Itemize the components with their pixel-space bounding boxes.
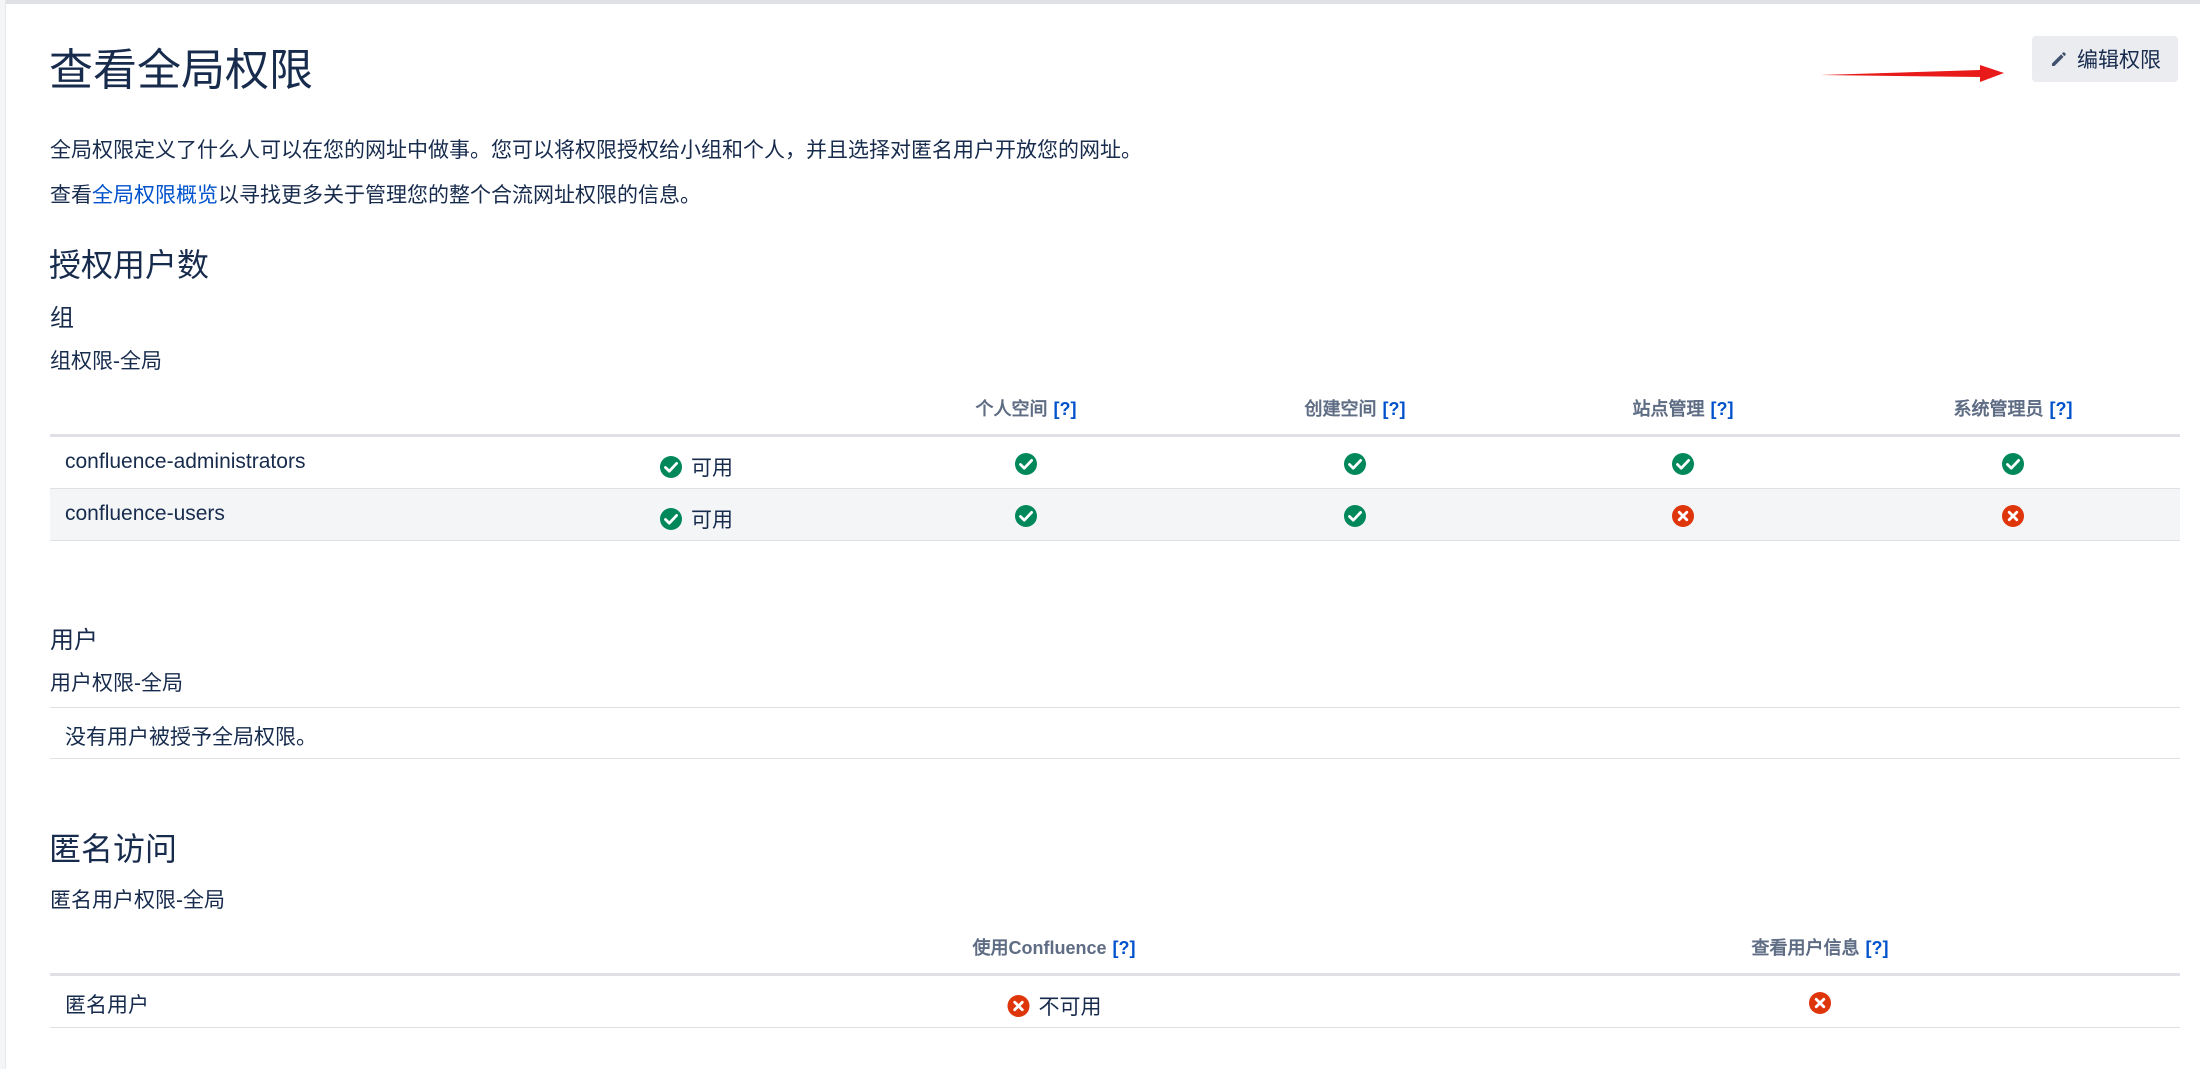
column-label: 使用Confluence xyxy=(972,938,1107,958)
no-users-message: 没有用户被授予全局权限。 xyxy=(65,726,317,749)
page-title: 查看全局权限 xyxy=(49,46,313,95)
check-icon xyxy=(1343,504,1367,528)
help-link[interactable]: [?] xyxy=(1113,938,1136,958)
table-header: 使用Confluence [?] 查看用户信息 [?] xyxy=(50,914,2180,976)
users-caption: 用户权限-全局 xyxy=(50,672,183,695)
groups-caption: 组权限-全局 xyxy=(50,350,162,373)
help-link[interactable]: [?] xyxy=(1711,399,1734,419)
column-label: 创建空间 xyxy=(1304,399,1377,419)
column-view-user-profiles: 查看用户信息 [?] xyxy=(1752,934,1889,960)
cross-icon xyxy=(2001,504,2025,528)
can-use-label: 可用 xyxy=(691,509,733,532)
anonymous-access-heading: 匿名访问 xyxy=(49,831,178,867)
licensed-users-heading: 授权用户数 xyxy=(49,247,210,283)
use-confluence-cell: 不可用 xyxy=(1007,991,1102,1021)
users-heading: 用户 xyxy=(50,627,98,654)
overview-text: 查看全局权限概览以寻找更多关于管理您的整个合流网址权限的信息。 xyxy=(50,179,701,209)
group-name: confluence-administrators xyxy=(65,450,306,473)
perm-cell xyxy=(1014,452,1038,476)
group-permissions-table: 个人空间 [?] 创建空间 [?] 站点管理 [?] 系统管理员 [?] conflue… xyxy=(50,375,2180,541)
column-use-confluence: 使用Confluence [?] xyxy=(973,934,1136,960)
view-profiles-cell xyxy=(1808,991,1832,1015)
user-permissions-table: 没有用户被授予全局权限。 xyxy=(50,707,2180,759)
table-row: 匿名用户 不可用 xyxy=(50,976,2180,1028)
check-icon xyxy=(659,455,683,479)
check-icon xyxy=(1671,452,1695,476)
groups-heading: 组 xyxy=(50,305,74,332)
overview-prefix: 查看 xyxy=(50,184,92,207)
pencil-icon xyxy=(2052,52,2066,66)
group-name: confluence-users xyxy=(65,502,225,525)
column-label: 查看用户信息 xyxy=(1751,938,1860,958)
check-icon xyxy=(1343,452,1367,476)
column-system-admin: 系统管理员 [?] xyxy=(1954,395,2073,421)
table-row: confluence-users 可用 xyxy=(50,489,2180,541)
use-confluence-label: 不可用 xyxy=(1038,996,1102,1019)
anonymous-user-name: 匿名用户 xyxy=(65,994,149,1017)
cross-icon xyxy=(1671,504,1695,528)
edit-permissions-label: 编辑权限 xyxy=(2077,49,2161,72)
column-site-admin: 站点管理 [?] xyxy=(1633,395,1734,421)
check-icon xyxy=(1014,504,1038,528)
top-border xyxy=(0,0,2200,4)
column-label: 站点管理 xyxy=(1632,399,1705,419)
perm-cell xyxy=(1014,504,1038,528)
perm-cell xyxy=(1343,452,1367,476)
table-header: 个人空间 [?] 创建空间 [?] 站点管理 [?] 系统管理员 [?] xyxy=(50,375,2180,437)
perm-cell xyxy=(2001,504,2025,528)
can-use-label: 可用 xyxy=(691,457,733,480)
edit-permissions-button[interactable]: 编辑权限 xyxy=(2032,36,2178,82)
help-link[interactable]: [?] xyxy=(2050,399,2073,419)
cross-icon xyxy=(1808,991,1832,1015)
left-border xyxy=(0,0,6,1069)
intro-text: 全局权限定义了什么人可以在您的网址中做事。您可以将权限授权给小组和个人，并且选择… xyxy=(50,139,1142,162)
perm-cell xyxy=(1343,504,1367,528)
can-use-cell: 可用 xyxy=(659,504,733,534)
help-link[interactable]: [?] xyxy=(1383,399,1406,419)
perm-cell xyxy=(1671,504,1695,528)
overview-suffix: 以寻找更多关于管理您的整个合流网址权限的信息。 xyxy=(218,184,701,207)
cross-icon xyxy=(1007,994,1031,1018)
column-personal-space: 个人空间 [?] xyxy=(976,395,1077,421)
help-link[interactable]: [?] xyxy=(1866,938,1889,958)
anonymous-caption: 匿名用户权限-全局 xyxy=(50,889,225,912)
column-label: 个人空间 xyxy=(975,399,1048,419)
check-icon xyxy=(2001,452,2025,476)
perm-cell xyxy=(2001,452,2025,476)
anonymous-permissions-table: 使用Confluence [?] 查看用户信息 [?] 匿名用户 不可用 xyxy=(50,914,2180,1028)
table-row: confluence-administrators 可用 xyxy=(50,437,2180,489)
check-icon xyxy=(1014,452,1038,476)
perm-cell xyxy=(1671,452,1695,476)
check-icon xyxy=(659,507,683,531)
column-create-space: 创建空间 [?] xyxy=(1305,395,1406,421)
global-permissions-overview-link[interactable]: 全局权限概览 xyxy=(92,184,218,207)
red-arrow-annotation xyxy=(1820,65,2004,82)
help-link[interactable]: [?] xyxy=(1054,399,1077,419)
column-label: 系统管理员 xyxy=(1953,399,2044,419)
can-use-cell: 可用 xyxy=(659,452,733,482)
